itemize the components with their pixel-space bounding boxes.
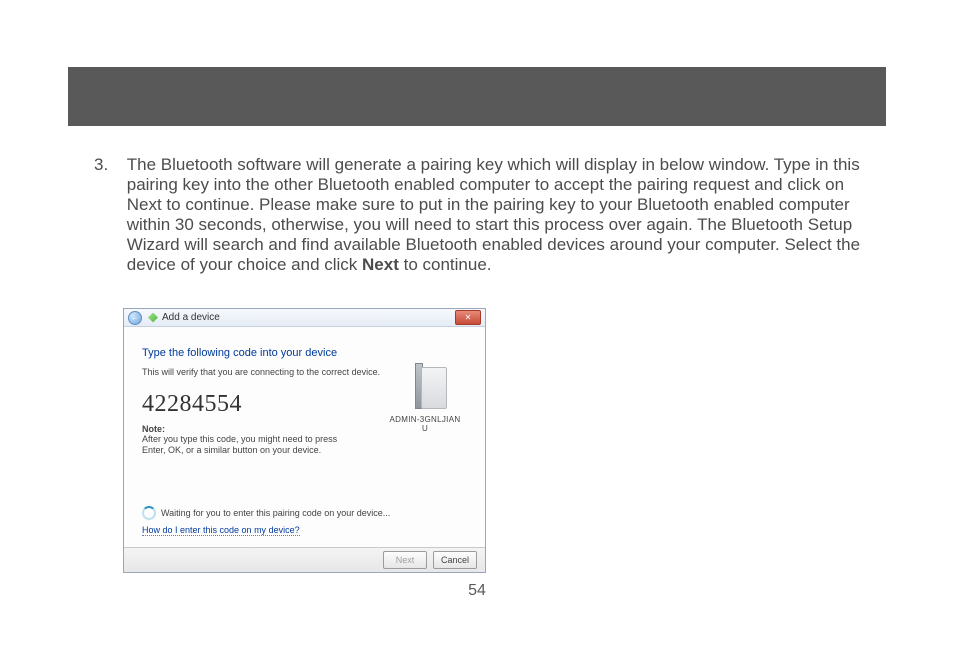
step-paragraph: The Bluetooth software will generate a p…: [127, 155, 862, 275]
add-device-dialog: ← Add a device ✕ Type the following code…: [123, 308, 486, 573]
step-bold-next: Next: [362, 255, 399, 274]
header-bar: [68, 67, 886, 126]
step-number: 3.: [94, 155, 122, 175]
next-button: Next: [383, 551, 427, 569]
instruction-step: 3. The Bluetooth software will generate …: [94, 155, 864, 275]
note-text: After you type this code, you might need…: [142, 434, 352, 456]
status-row: Waiting for you to enter this pairing co…: [142, 506, 390, 520]
dialog-titlebar: ← Add a device ✕: [124, 309, 485, 327]
dialog-title: Add a device: [162, 312, 220, 323]
instruction-heading: Type the following code into your device: [142, 347, 467, 359]
status-text: Waiting for you to enter this pairing co…: [161, 508, 390, 518]
step-text-before: The Bluetooth software will generate a p…: [127, 155, 860, 274]
cancel-button[interactable]: Cancel: [433, 551, 477, 569]
help-link[interactable]: How do I enter this code on my device?: [142, 525, 300, 536]
dialog-body: Type the following code into your device…: [142, 347, 467, 544]
wizard-icon: [148, 313, 158, 323]
close-button[interactable]: ✕: [455, 310, 481, 325]
step-text-after: to continue.: [399, 255, 492, 274]
device-name: ADMIN-3GNLJIANU: [389, 415, 461, 433]
spinner-icon: [142, 506, 156, 520]
device-block[interactable]: ADMIN-3GNLJIANU: [389, 359, 461, 433]
page-number: 54: [0, 582, 954, 600]
back-button[interactable]: ←: [128, 311, 142, 325]
computer-icon: [401, 359, 449, 411]
dialog-button-bar: Next Cancel: [124, 547, 485, 572]
